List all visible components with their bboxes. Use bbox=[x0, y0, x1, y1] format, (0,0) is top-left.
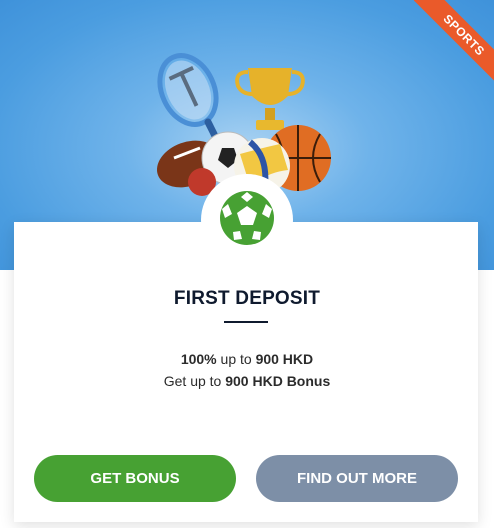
find-out-more-button[interactable]: FIND OUT MORE bbox=[256, 455, 458, 502]
offer-amount: 900 HKD bbox=[255, 351, 314, 367]
category-ribbon: SPORTS bbox=[410, 0, 494, 84]
offer-percent: 100% bbox=[180, 351, 217, 367]
offer-line-2: Get up to 900 HKD Bonus bbox=[0, 373, 494, 389]
offer-bonus-amount: 900 HKD Bonus bbox=[225, 373, 331, 389]
get-bonus-button[interactable]: GET BONUS bbox=[34, 455, 236, 502]
ribbon-label: SPORTS bbox=[413, 0, 494, 84]
offer-line-1-text: up to bbox=[216, 351, 256, 367]
title-divider bbox=[224, 321, 268, 323]
offer-title: FIRST DEPOSIT bbox=[173, 288, 321, 309]
badge-circle bbox=[201, 174, 293, 266]
offer-line-1: 100% up to 900 HKD bbox=[0, 351, 494, 367]
football-icon bbox=[220, 191, 274, 245]
offer-line-2-text: Get up to bbox=[163, 373, 226, 389]
